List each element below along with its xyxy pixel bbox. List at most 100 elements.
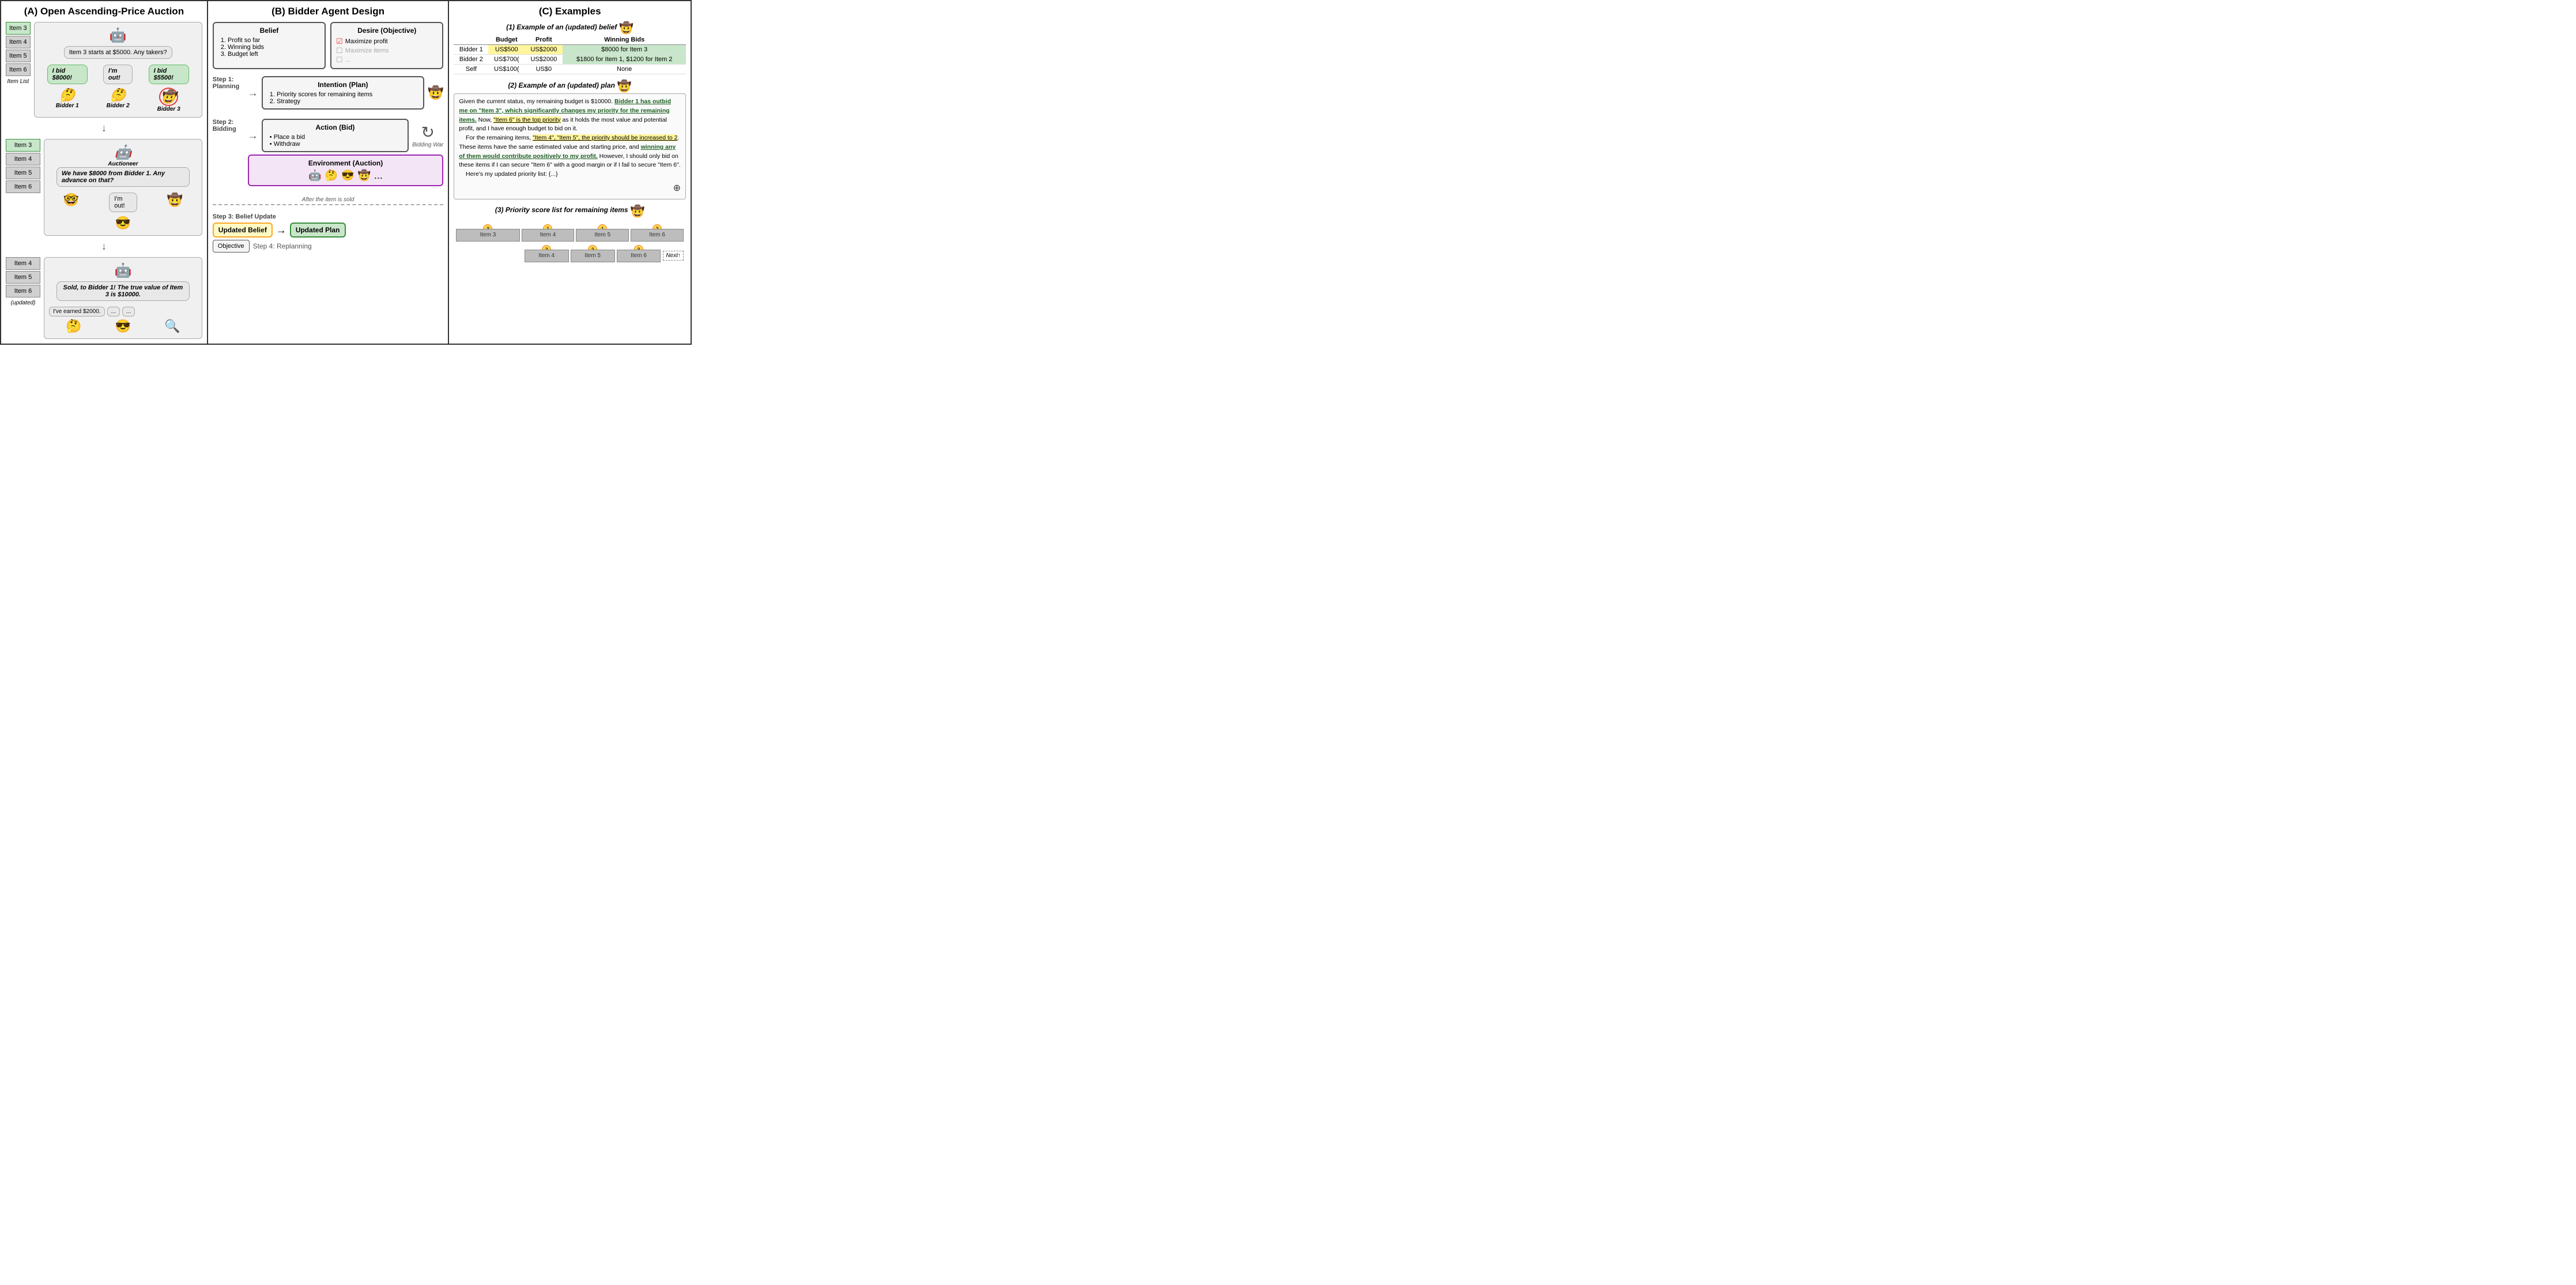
env-bidder1: 🤔 [325,169,338,182]
bidder2-dots: ... [107,307,120,316]
priority-row-2: 2 Item 4 2 Item 5 3 Item 6 Next [456,250,684,262]
bidder3-emoji: 🤠 [159,88,178,106]
bidder3-dots: ... [122,307,135,316]
self-profit: US$0 [525,65,563,74]
example-1-section: (1) Example of an (updated) belief 🤠 Bud… [454,21,686,74]
bidder2-speech: I'm out! [103,65,133,84]
bidder2-emoji-3: 😎 [115,319,131,334]
bidder3-speech: I bid $5500! [149,65,189,84]
cowboy-emoji-step1: 🤠 [428,85,443,100]
self-name: Self [454,65,488,74]
bidder1-speech: I bid $8000! [47,65,88,84]
bar-item6: 2 Item 6 [631,229,684,242]
scene-box-3: 🤖 Sold, to Bidder 1! The true value of I… [44,257,202,339]
bidder1-budget: US$500 [488,45,525,55]
bidders-row-3: 🤔 😎 🔍 [49,319,197,334]
bidding-war-label: Bidding War [412,142,443,148]
col-header-profit: Profit [525,35,563,45]
updated-plan-box: Updated Plan [290,223,346,238]
environment-box: Environment (Auction) 🤖 🤔 😎 🤠 ... [248,154,444,186]
bidder3-col: I bid $5500! 🤠 Bidder 3 [146,65,191,112]
plan-text-yellow-2: "Item 4", "Item 5", the priority should … [533,134,677,141]
updated-belief-box: Updated Belief [213,223,273,238]
step2-label: Step 2: Bidding [213,119,244,133]
plan-text-yellow-1: "Item 6" is the top priority [493,116,561,123]
checkbox-checked-icon: ☑ [336,37,343,46]
bar-item3: 3 Item 3 [456,229,519,242]
priority-chart: 3 Item 3 1 Item 4 1 Item 5 2 [454,221,686,265]
col-header-budget: Budget [488,35,525,45]
step4-label: Step 4: Replanning [253,242,312,250]
updated-label: (updated) [6,300,40,306]
bidder2-profit: US$2000 [525,55,563,65]
bidder1-name: Bidder 1 [454,45,488,55]
desire-label-2: Maximize items [345,47,389,54]
item-5-box-2: Item 5 [6,167,40,179]
belief-title: Belief [218,27,320,35]
bidder1-emoji-2: 🤓 [63,193,79,231]
bidder1-profit: US$2000 [525,45,563,55]
belief-desire-row: Belief 1. Profit so far 2. Winning bids … [213,22,444,69]
bar-item4-2: 2 Item 4 [525,250,569,262]
step3-row: Step 3: Belief Update Updated Belief → U… [213,213,444,253]
desire-box: Desire (Objective) ☑ Maximize profit ☐ M… [330,22,443,69]
example-2-section: (2) Example of an (updated) plan 🤠 Given… [454,79,686,199]
intention-item-1: 1. Priority scores for remaining items [270,91,418,98]
auctioneer-robot-3: 🤖 [114,262,131,279]
bidder3-emoji-2: 🤠 [167,193,183,231]
auctioneer-label: Auctioneer [108,161,138,167]
bidder1-emoji: 🤔 [59,88,75,103]
example-3-section: (3) Priority score list for remaining it… [454,204,686,265]
auction-scene: Item 3 Item 4 Item 5 Item 6 Item List 🤖 … [6,22,202,339]
item-5-box-3: Item 5 [6,271,40,284]
bar-item3-rect: Item 3 [456,229,519,242]
bidder2-speech-2: I'm out! [109,193,137,212]
action-title: Action (Bid) [267,123,403,131]
bidder2-emoji-2: 😎 [115,216,131,231]
desire-item-3: ☐ ... [336,55,437,65]
auctioneer-speech-2: We have $8000 from Bidder 1. Any advance… [56,167,190,187]
env-bidder2: 😎 [341,169,354,182]
desire-item-1: ☑ Maximize profit [336,37,437,46]
checkbox-empty-icon-1: ☐ [336,46,343,55]
env-dots: ... [374,169,383,182]
auction-scene-3: Item 4 Item 5 Item 6 (updated) 🤖 Sold, t… [6,257,202,339]
bar-item4-2-rect: Item 4 [525,250,569,262]
arrow-down-2: ↓ [6,240,202,253]
intention-title: Intention (Plan) [267,81,418,89]
panel-c-title: (C) Examples [454,6,686,17]
table-row-self: Self US$100( US$0 None [454,65,686,74]
auction-scene-2: Item 3 Item 4 Item 5 Item 6 🤖 Auctioneer… [6,139,202,236]
desire-title: Desire (Objective) [336,27,437,35]
bidder2-bids: $1800 for Item 1, $1200 for Item 2 [563,55,686,65]
cowboy-emoji-c2: 🤠 [617,79,632,93]
auctioneer-robot-1: 🤖 [110,27,127,44]
scene-box-1: 🤖 Item 3 starts at $5000. Any takers? I … [34,22,202,118]
table-row-bidder2: Bidder 2 US$700( US$2000 $1800 for Item … [454,55,686,65]
item-4-box: Item 4 [6,36,31,48]
bidder1-label: Bidder 1 [56,103,79,109]
step1-panel: Step 1: Planning → Intention (Plan) 1. P… [213,74,444,112]
plan-text-indent: For the remaining items, [459,134,533,141]
bar-item5-2-rect: Item 5 [571,250,615,262]
auction-scene-1: Item 3 Item 4 Item 5 Item 6 Item List 🤖 … [6,22,202,118]
next-arrow-container: Next↑ [663,251,684,261]
desire-item-2: ☐ Maximize items [336,46,437,55]
arrow-down-1: ↓ [6,122,202,134]
panel-a-title: (A) Open Ascending-Price Auction [6,6,202,17]
bidder2-budget: US$700( [488,55,525,65]
col-header-bids: Winning Bids [563,35,686,45]
auctioneer-speech-1: Item 3 starts at $5000. Any takers? [64,46,172,59]
intention-item-2: 2. Strategy [270,98,418,105]
bidder2-label: Bidder 2 [107,103,130,109]
auctioneer-speech-3: Sold, to Bidder 1! The true value of Ite… [56,281,190,301]
env-robot: 🤖 [308,169,321,182]
bar-item4-rect: Item 4 [522,229,575,242]
scene-box-2: 🤖 Auctioneer We have $8000 from Bidder 1… [44,139,202,236]
openai-logo: ⊕ [673,183,681,193]
bar-item5-rect: Item 5 [576,229,629,242]
after-sold-divider: After the item is sold [213,194,444,205]
belief-item-3: 3. Budget left [221,51,320,58]
example1-title: (1) Example of an (updated) belief [506,23,617,31]
item-6-box: Item 6 [6,63,31,76]
